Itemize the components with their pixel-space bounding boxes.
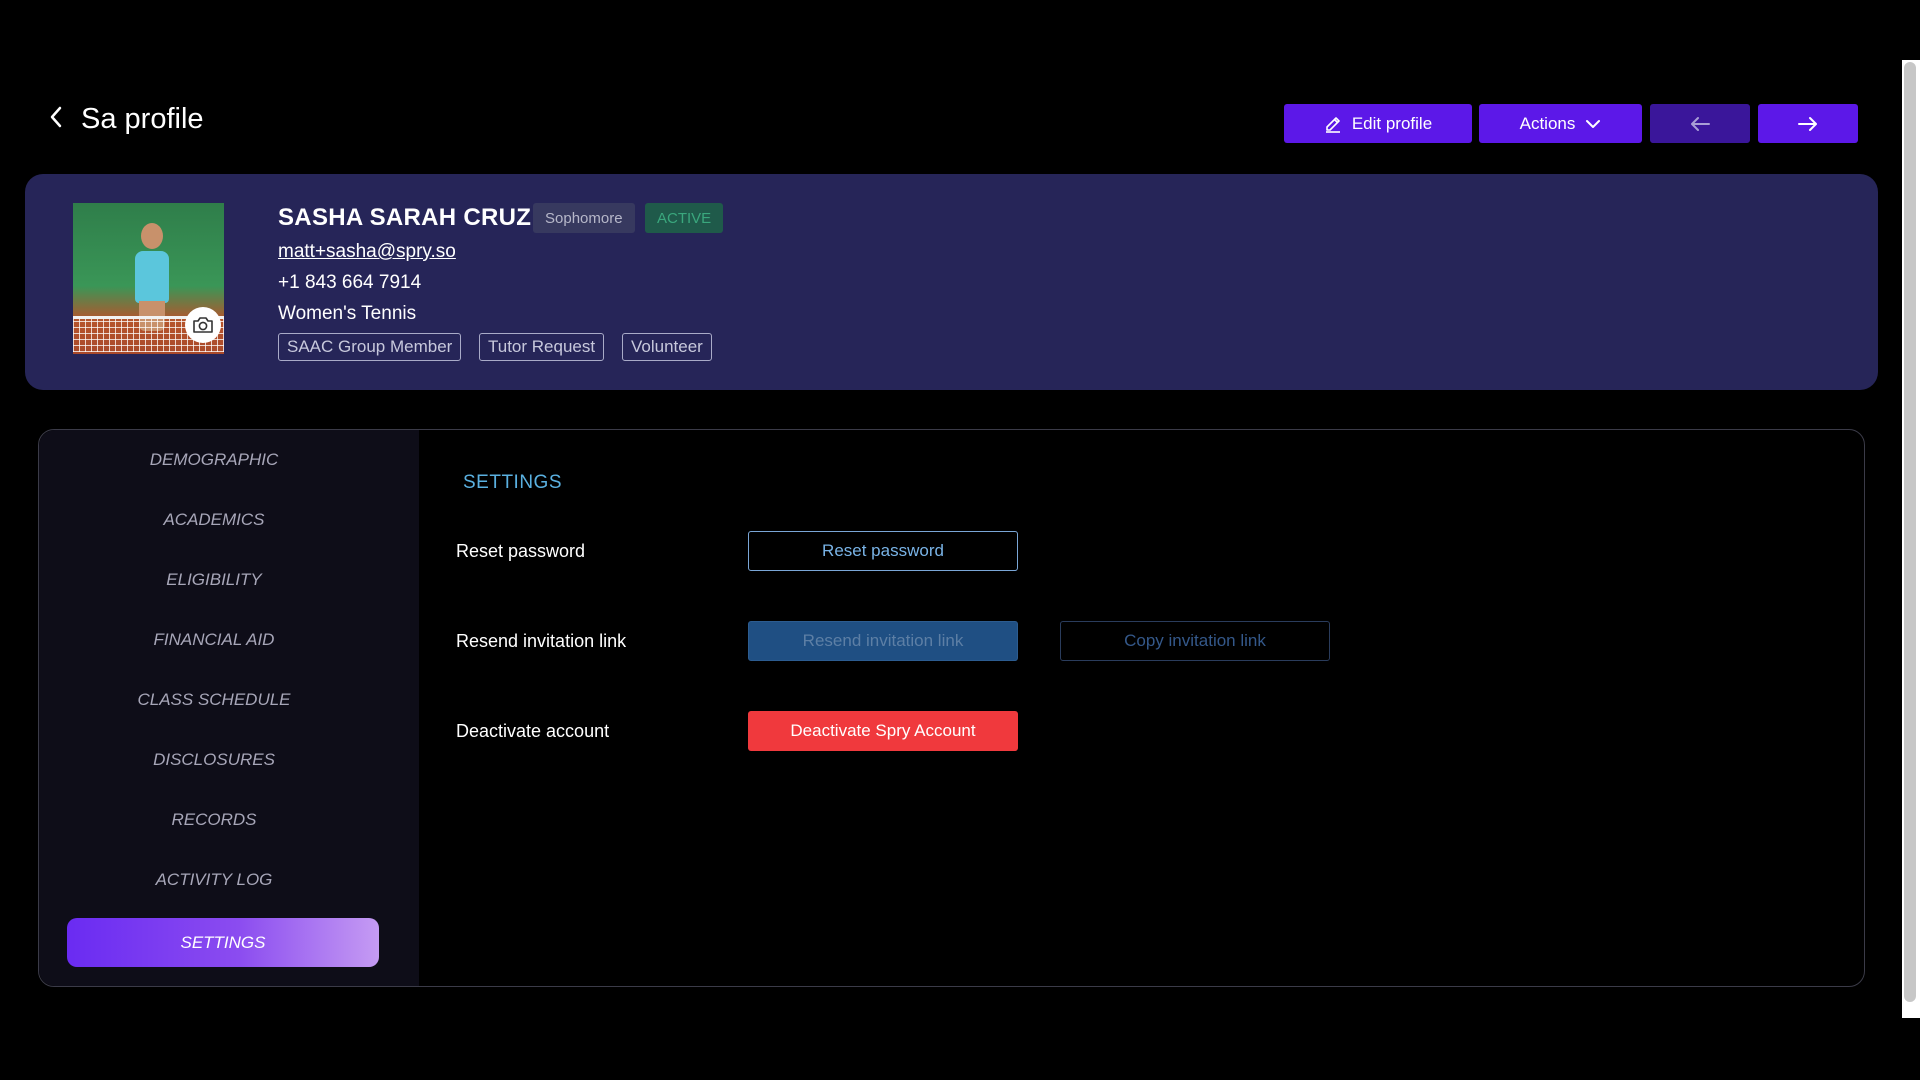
sidebar-item-disclosures[interactable]: DISCLOSURES xyxy=(39,740,389,780)
chevron-down-icon xyxy=(1586,119,1601,128)
resend-invitation-button[interactable]: Resend invitation link xyxy=(748,621,1018,661)
chevron-left-icon xyxy=(50,106,62,128)
page-title: Sa profile xyxy=(81,103,204,135)
sidebar-item-class-schedule[interactable]: CLASS SCHEDULE xyxy=(39,680,389,720)
pencil-icon xyxy=(1325,116,1340,133)
deactivate-account-label: Deactivate account xyxy=(456,721,610,741)
profile-details-panel: DEMOGRAPHIC ACADEMICS ELIGIBILITY FINANC… xyxy=(38,429,1865,987)
resend-invitation-label: Resend invitation link xyxy=(456,631,627,651)
actions-label: Actions xyxy=(1519,113,1576,133)
tag-saac-group-member: SAAC Group Member xyxy=(278,333,462,361)
sidebar-item-settings[interactable]: SETTINGS xyxy=(67,918,379,967)
tag-volunteer: Volunteer xyxy=(622,333,712,361)
sidebar-item-records[interactable]: RECORDS xyxy=(39,800,389,840)
email-link[interactable]: matt+sasha@spry.so xyxy=(278,241,456,263)
sidebar-item-academics[interactable]: ACADEMICS xyxy=(39,500,389,540)
page-scrollbar-thumb[interactable] xyxy=(1904,62,1916,1002)
back-button[interactable] xyxy=(44,104,68,130)
deactivate-account-button[interactable]: Deactivate Spry Account xyxy=(748,711,1018,751)
copy-invitation-link-button[interactable]: Copy invitation link xyxy=(1060,621,1330,661)
reset-password-button[interactable]: Reset password xyxy=(748,531,1018,571)
reset-password-label: Reset password xyxy=(456,541,586,561)
year-badge: Sophomore xyxy=(533,203,635,233)
profile-card: SASHA SARAH CRUZ Sophomore ACTIVE matt+s… xyxy=(25,174,1878,390)
arrow-right-icon xyxy=(1798,116,1817,131)
tag-tutor-request: Tutor Request xyxy=(479,333,605,361)
team-name: Women's Tennis xyxy=(278,303,417,324)
status-badge: ACTIVE xyxy=(645,203,724,233)
change-photo-button[interactable] xyxy=(185,307,221,343)
arrow-left-icon xyxy=(1691,116,1710,131)
sidebar-item-demographic[interactable]: DEMOGRAPHIC xyxy=(39,440,389,480)
next-profile-button[interactable] xyxy=(1758,104,1858,143)
phone-number: +1 843 664 7914 xyxy=(278,272,422,293)
sidebar-item-financial-aid[interactable]: FINANCIAL AID xyxy=(39,620,389,660)
sidebar-item-eligibility[interactable]: ELIGIBILITY xyxy=(39,560,389,600)
previous-profile-button[interactable] xyxy=(1650,104,1750,143)
edit-profile-button[interactable]: Edit profile xyxy=(1284,104,1472,143)
actions-dropdown[interactable]: Actions xyxy=(1479,104,1642,143)
sidebar-item-activity-log[interactable]: ACTIVITY LOG xyxy=(39,860,389,900)
avatar xyxy=(73,203,224,354)
edit-profile-label: Edit profile xyxy=(1351,113,1433,133)
settings-section-title: SETTINGS xyxy=(463,472,563,493)
student-name: SASHA SARAH CRUZ xyxy=(278,204,532,231)
sidebar-nav: DEMOGRAPHIC ACADEMICS ELIGIBILITY FINANC… xyxy=(39,430,419,986)
camera-icon xyxy=(193,317,213,333)
